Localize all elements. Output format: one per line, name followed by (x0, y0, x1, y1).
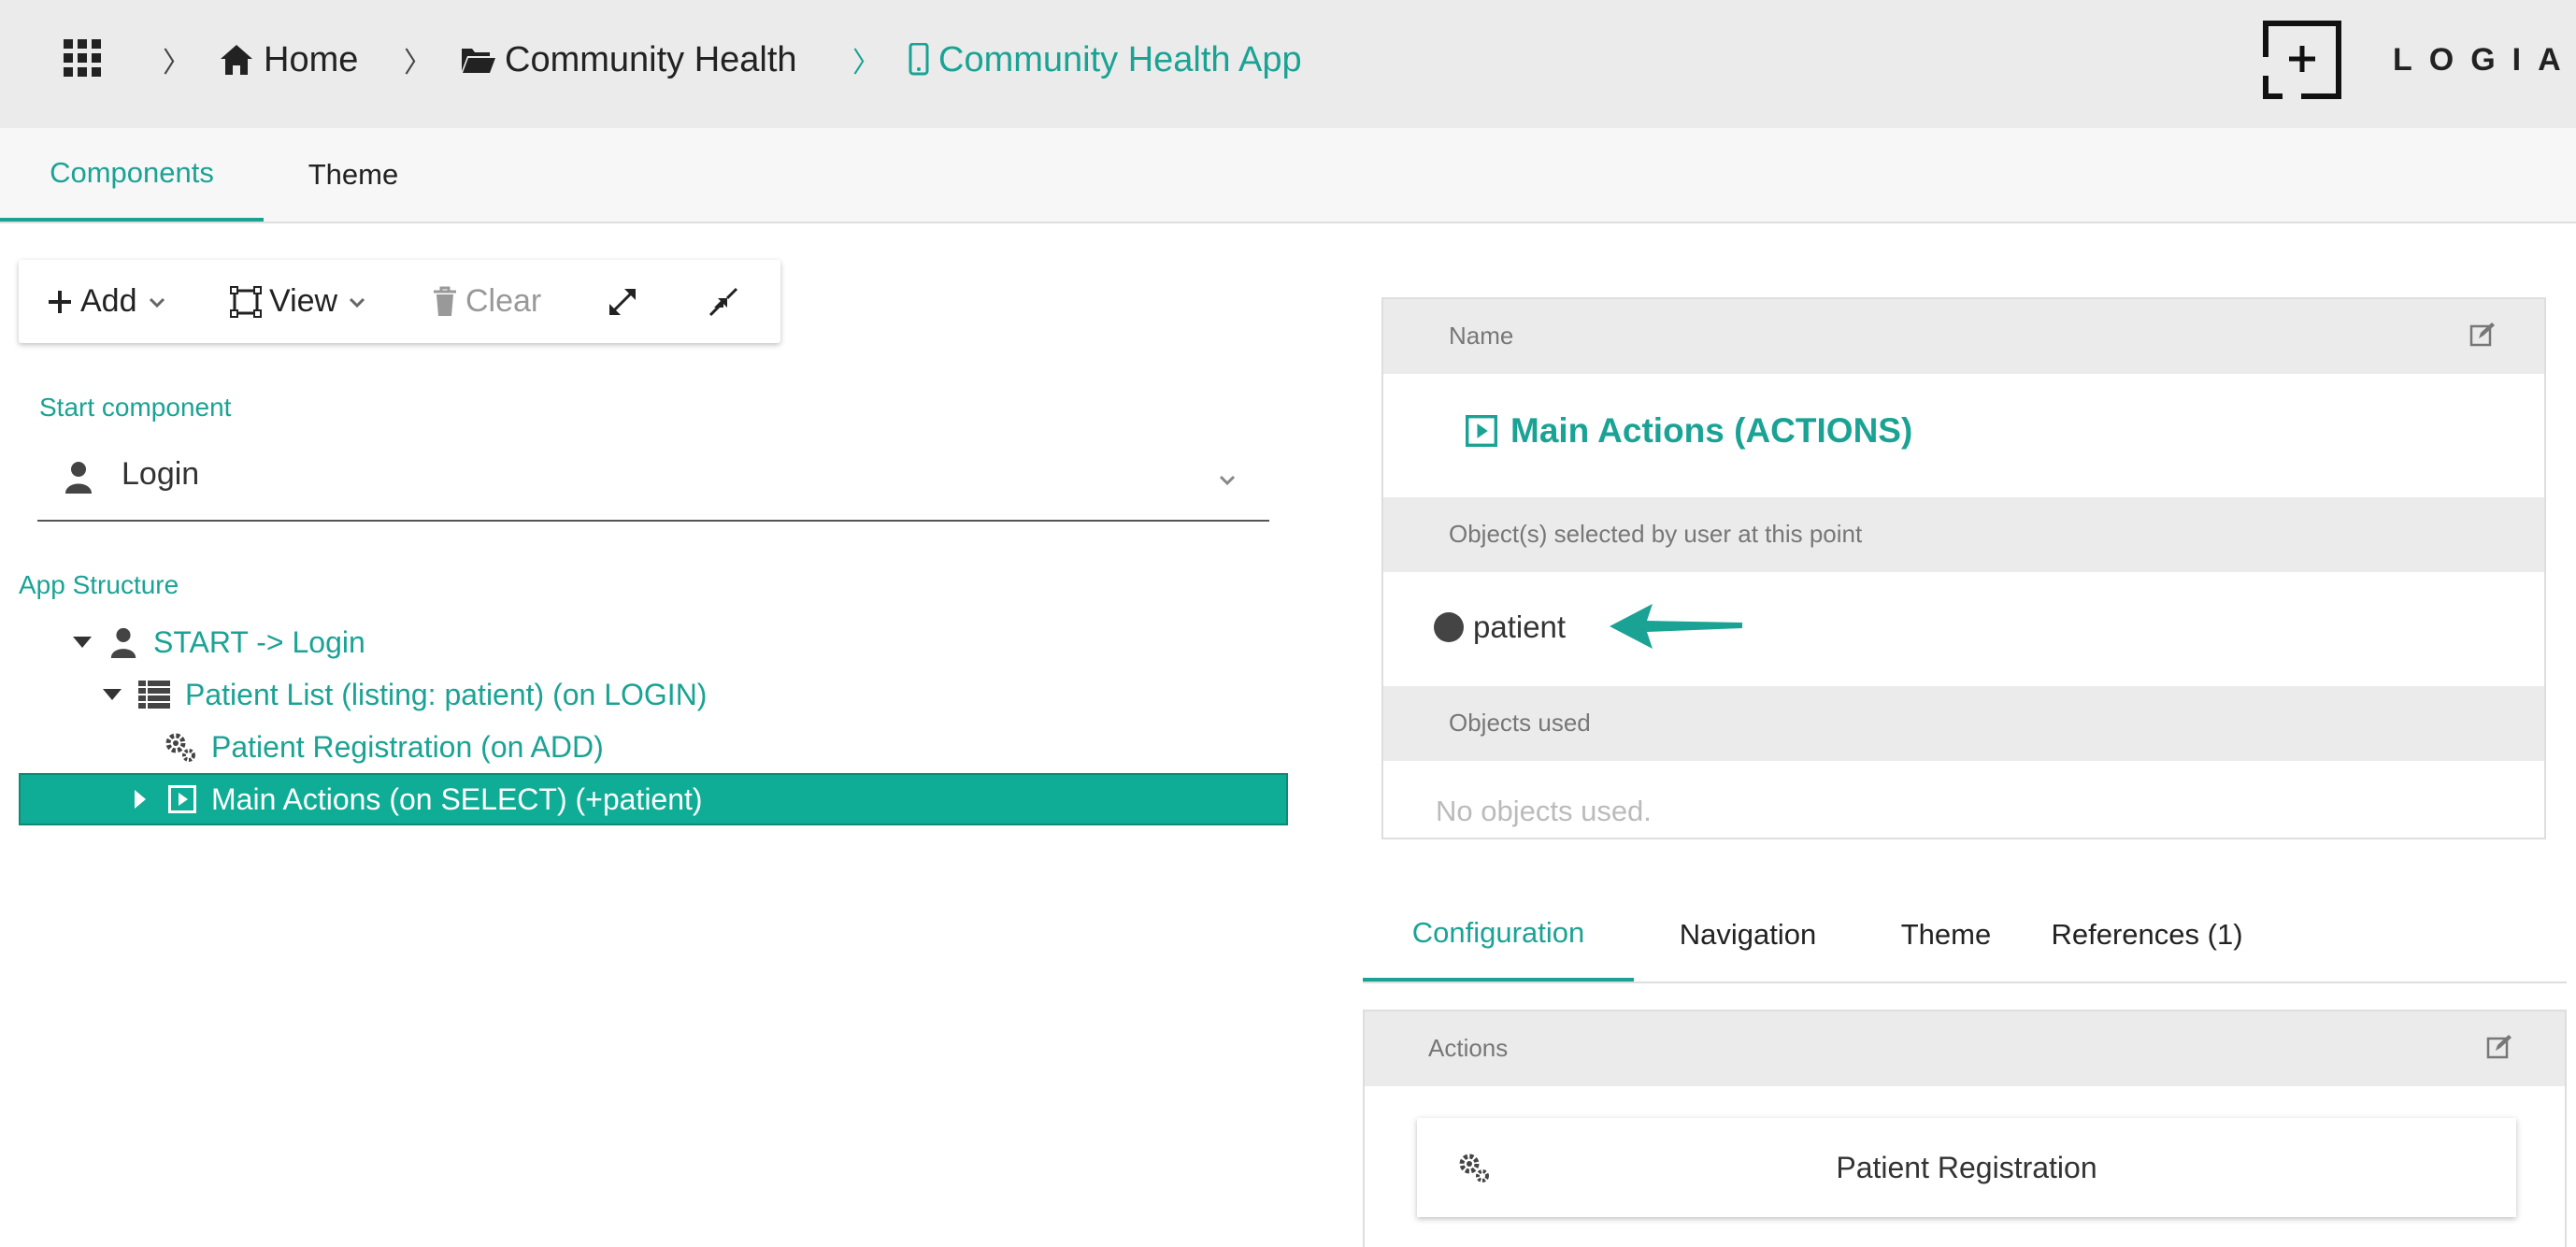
collapse-all-button[interactable] (707, 260, 748, 343)
chevron-down-icon (149, 297, 165, 308)
component-name: Main Actions (ACTIONS) (1466, 411, 1912, 451)
objects-selected-header-label: Object(s) selected by user at this point (1449, 520, 1863, 548)
tree-item-label: START -> Login (153, 624, 365, 659)
play-square-icon (168, 785, 196, 813)
tab-navigation[interactable]: Navigation (1634, 888, 1862, 982)
logiak-logo: LOGIAK (2262, 17, 2576, 103)
add-button[interactable]: Add (47, 260, 175, 343)
caret-right-icon (135, 790, 146, 809)
selected-object-label: patient (1473, 609, 1567, 644)
component-name-value: Main Actions (ACTIONS) (1510, 411, 1913, 450)
tab-theme[interactable]: Theme (264, 128, 443, 222)
caret-down-icon (103, 689, 122, 700)
tab-references[interactable]: References (1) (2030, 888, 2264, 982)
name-header-label: Name (1449, 322, 1514, 350)
selected-object-item: patient (1434, 609, 1566, 645)
action-card-patient-registration[interactable]: Patient Registration (1417, 1118, 2516, 1217)
top-bar: 〉 Home 〉 Community Health 〉 Community He… (0, 0, 2576, 128)
objects-used-section-header: Objects used (1383, 686, 2544, 761)
logo-plus-icon (2263, 21, 2341, 99)
list-icon (138, 681, 170, 709)
actions-panel: Actions Patient Registration (1363, 1010, 2567, 1247)
objects-used-empty-text: No objects used. (1436, 795, 1652, 827)
folder-open-icon (462, 49, 495, 73)
tab-components[interactable]: Components (0, 128, 264, 222)
compress-icon (708, 287, 738, 316)
actions-section-header: Actions (1365, 1011, 2565, 1086)
view-button[interactable]: View (230, 260, 375, 343)
name-section-header: Name (1383, 299, 2544, 374)
arrow-left-icon (1610, 604, 1742, 649)
tree-item-label: Main Actions (on SELECT) (+patient) (211, 781, 703, 816)
edit-icon[interactable] (2486, 1034, 2512, 1060)
action-label: Patient Registration (1836, 1150, 2097, 1184)
object-dot-icon (1434, 612, 1464, 642)
logo-text: LOGIAK (2393, 41, 2576, 78)
expand-all-button[interactable] (606, 260, 647, 343)
breadcrumb-folder[interactable]: 〉 Community Health (404, 32, 797, 88)
app-structure-label: App Structure (19, 570, 179, 599)
plus-icon (49, 290, 71, 313)
main-tabs: Components Theme (0, 128, 2576, 223)
chevron-down-icon (1219, 475, 1236, 486)
chevron-down-icon (350, 297, 365, 308)
component-toolbar: Add View Clear (19, 260, 780, 343)
tree-item-start-login[interactable]: START -> Login (73, 616, 365, 668)
chevron-right-icon: 〉 (163, 48, 191, 79)
home-icon (221, 45, 252, 75)
view-button-label: View (269, 283, 338, 319)
tree-item-main-actions[interactable]: Main Actions (on SELECT) (+patient) (19, 773, 1288, 825)
expand-icon (609, 288, 636, 315)
user-icon (110, 627, 136, 658)
add-button-label: Add (80, 283, 137, 319)
objects-selected-section-header: Object(s) selected by user at this point (1383, 497, 2544, 572)
component-details-panel: Name Main Actions (ACTIONS) Object(s) se… (1381, 297, 2546, 839)
breadcrumb-folder-label: Community Health (505, 39, 797, 79)
user-icon (65, 462, 92, 494)
tree-item-label: Patient Registration (on ADD) (211, 729, 604, 764)
tree-item-patient-registration[interactable]: Patient Registration (on ADD) (165, 721, 604, 773)
tab-configuration[interactable]: Configuration (1363, 888, 1634, 982)
mobile-icon (909, 43, 929, 76)
start-component-label: Start component (39, 393, 232, 422)
start-component-select[interactable]: Login (37, 439, 1269, 522)
edit-icon[interactable] (2469, 322, 2496, 348)
play-square-icon (1466, 415, 1497, 447)
breadcrumb-home-label: Home (264, 39, 359, 79)
cogs-icon (165, 733, 195, 762)
view-frame-icon (230, 285, 262, 318)
breadcrumb-home[interactable]: 〉 Home (163, 32, 358, 88)
config-tabs: Configuration Navigation Theme Reference… (1363, 888, 2567, 983)
clear-button-label: Clear (465, 283, 542, 319)
start-component-value: Login (122, 456, 200, 492)
tree-item-patient-list[interactable]: Patient List (listing: patient) (on LOGI… (103, 668, 707, 721)
chevron-right-icon: 〉 (404, 48, 432, 79)
breadcrumb-app[interactable]: 〉 Community Health App (852, 32, 1302, 88)
actions-header-label: Actions (1428, 1034, 1509, 1062)
clear-button[interactable]: Clear (432, 260, 541, 343)
caret-down-icon (73, 637, 92, 648)
trash-icon (434, 286, 456, 316)
chevron-right-icon: 〉 (852, 48, 880, 79)
tree-item-label: Patient List (listing: patient) (on LOGI… (185, 677, 708, 711)
tab-theme-config[interactable]: Theme (1862, 888, 2030, 982)
apps-grid-icon[interactable] (64, 39, 101, 77)
breadcrumb-app-label: Community Health App (938, 39, 1302, 79)
objects-used-header-label: Objects used (1449, 709, 1591, 737)
